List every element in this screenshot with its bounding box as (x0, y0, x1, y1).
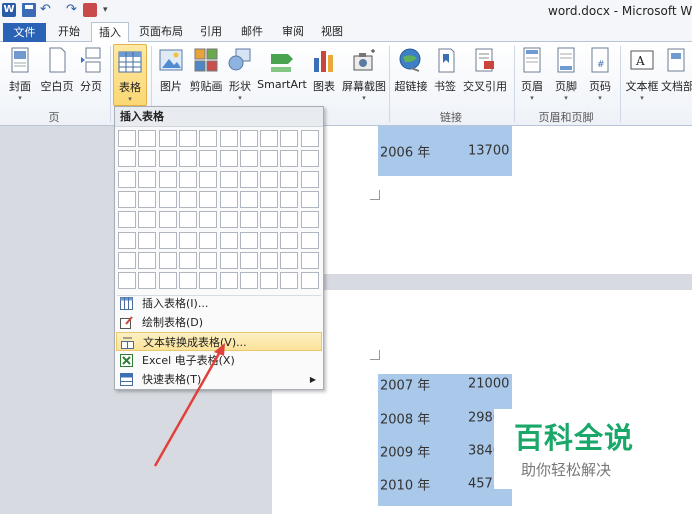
annotation-arrow (153, 343, 225, 467)
